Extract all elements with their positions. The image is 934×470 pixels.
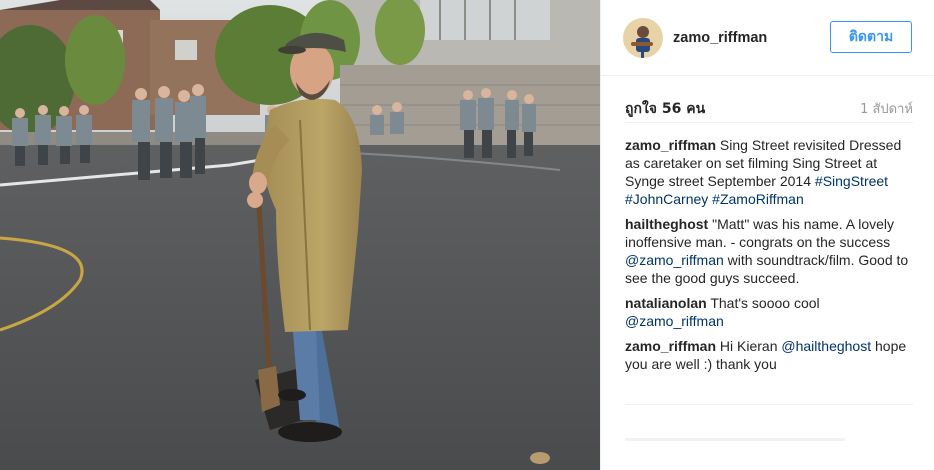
comment-username[interactable]: zamo_riffman bbox=[625, 338, 716, 354]
post-author-username[interactable]: zamo_riffman bbox=[673, 30, 767, 46]
faint-placeholder-line bbox=[625, 438, 845, 441]
comment-list: zamo_riffman Sing Street revisited Dress… bbox=[625, 136, 915, 380]
divider bbox=[625, 122, 913, 123]
comment-username[interactable]: zamo_riffman bbox=[625, 137, 716, 153]
post-stats: ถูกใจ 56 คน 1 สัปดาห์ bbox=[625, 96, 913, 118]
post-details-panel: zamo_riffman ติดตาม ถูกใจ 56 คน 1 สัปดาห… bbox=[600, 0, 934, 470]
mention-link[interactable]: @hailtheghost bbox=[781, 338, 871, 354]
photo-scene bbox=[0, 0, 600, 470]
comment-text: Hi Kieran bbox=[719, 338, 782, 354]
comment-username[interactable]: natalianolan bbox=[625, 295, 707, 311]
post-header: zamo_riffman ติดตาม bbox=[601, 0, 934, 76]
avatar-image bbox=[623, 18, 663, 58]
comment-input-area[interactable] bbox=[625, 430, 913, 470]
divider bbox=[625, 404, 913, 405]
like-count[interactable]: ถูกใจ 56 คน bbox=[625, 98, 705, 120]
post-timestamp[interactable]: 1 สัปดาห์ bbox=[860, 98, 913, 119]
avatar[interactable] bbox=[623, 18, 663, 58]
mention-link[interactable]: @zamo_riffman bbox=[625, 313, 724, 329]
hashtag-link[interactable]: #SingStreet bbox=[815, 173, 888, 189]
comment: zamo_riffman Hi Kieran @hailtheghost hop… bbox=[625, 337, 915, 373]
hashtag-link[interactable]: #ZamoRiffman bbox=[712, 191, 804, 207]
follow-button[interactable]: ติดตาม bbox=[830, 21, 912, 53]
comment: zamo_riffman Sing Street revisited Dress… bbox=[625, 136, 915, 208]
post-photo[interactable] bbox=[0, 0, 600, 470]
hashtag-link[interactable]: #JohnCarney bbox=[625, 191, 708, 207]
comment: natalianolan That's soooo cool @zamo_rif… bbox=[625, 294, 915, 330]
comment-username[interactable]: hailtheghost bbox=[625, 216, 708, 232]
mention-link[interactable]: @zamo_riffman bbox=[625, 252, 724, 268]
comment-text: That's soooo cool bbox=[710, 295, 820, 311]
comment: hailtheghost "Matt" was his name. A love… bbox=[625, 215, 915, 287]
